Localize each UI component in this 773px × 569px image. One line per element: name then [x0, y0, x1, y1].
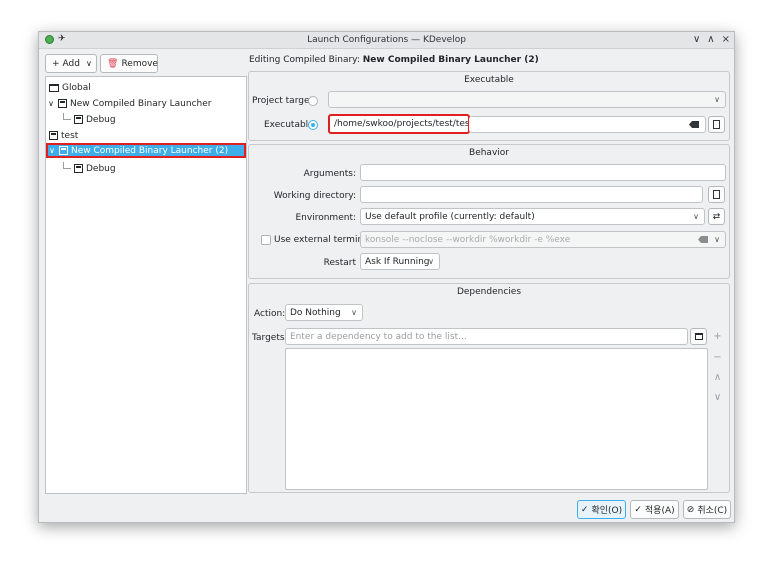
tree-item-label: New Compiled Binary Launcher [70, 98, 212, 109]
document-open-icon [713, 120, 720, 129]
dependency-target-input[interactable]: Enter a dependency to add to the list... [285, 328, 688, 345]
project-icon [49, 131, 58, 140]
checkmark-icon: ✓ [580, 504, 589, 515]
close-icon[interactable]: × [722, 34, 730, 45]
clear-text-icon[interactable] [698, 236, 708, 243]
select-target-button[interactable] [690, 328, 707, 345]
restart-label: Restart [323, 258, 356, 268]
browse-directory-button[interactable] [708, 186, 725, 203]
project-target-radio[interactable] [308, 96, 318, 106]
editing-prefix: Editing Compiled Binary: [249, 55, 360, 65]
environment-label: Environment: [295, 213, 357, 223]
move-up-icon[interactable]: ∧ [709, 369, 726, 386]
launch-config-tree[interactable]: Global ∨ New Compiled Binary Launcher De… [45, 76, 247, 494]
configure-environment-button[interactable]: ⇄ [708, 208, 725, 225]
editing-config-name: New Compiled Binary Launcher (2) [362, 55, 539, 65]
dependencies-group: Dependencies Action: Do Nothing ∨ Target… [248, 283, 730, 493]
arguments-field[interactable] [360, 164, 726, 181]
cancel-icon: ⊘ [686, 504, 695, 515]
add-button[interactable]: + Add ∨ [45, 54, 97, 73]
external-terminal-checkbox[interactable] [261, 235, 271, 245]
ok-button-label: 확인(O) [591, 506, 623, 516]
window-title: Launch Configurations — KDevelop [307, 35, 466, 45]
checkmark-icon: ✓ [634, 504, 642, 515]
tree-item-debug[interactable]: Debug [63, 112, 116, 127]
group-title: Dependencies [456, 287, 522, 297]
arguments-label: Arguments: [303, 169, 356, 179]
title-bar: ✈ Launch Configurations — KDevelop ∨ ∧ × [39, 32, 734, 49]
working-directory-field[interactable] [360, 186, 703, 203]
editing-header: Editing Compiled Binary: New Compiled Bi… [249, 55, 539, 65]
targets-label: Targets: [252, 333, 288, 343]
folder-icon [694, 333, 703, 340]
add-dependency-icon[interactable]: + [709, 328, 726, 345]
tree-branch-line [63, 113, 71, 120]
executable-group: Executable Project target: ∨ Executable:… [248, 71, 730, 141]
add-button-label: Add [62, 58, 80, 69]
settings-sliders-icon: ⇄ [712, 211, 721, 222]
environment-combo[interactable]: Use default profile (currently: default)… [360, 208, 705, 225]
trash-icon: 🗑 [107, 58, 119, 69]
remove-dependency-icon[interactable]: − [709, 349, 726, 366]
cancel-button-label: 취소(C) [697, 506, 728, 516]
remove-button[interactable]: 🗑 Remove [100, 54, 158, 73]
executable-path-field[interactable]: /home/swkoo/projects/test/test.exe [328, 114, 470, 134]
folder-icon [49, 83, 59, 92]
tree-item-label: test [61, 130, 79, 141]
plus-icon: + [52, 58, 60, 69]
executable-icon [59, 146, 68, 155]
chevron-down-icon: ∨ [351, 308, 357, 317]
tree-item-launcher-2-selected[interactable]: ∨ New Compiled Binary Launcher (2) [46, 143, 246, 158]
debug-icon [74, 115, 83, 124]
browse-executable-button[interactable] [708, 116, 725, 133]
tree-branch-line [63, 162, 71, 169]
apply-button-label: 적용(A) [644, 506, 675, 516]
minimize-icon[interactable]: ∨ [693, 34, 700, 45]
tree-item-label: New Compiled Binary Launcher (2) [71, 145, 229, 156]
ok-button[interactable]: ✓ 확인(O) [577, 500, 626, 519]
maximize-icon[interactable]: ∧ [707, 34, 714, 45]
group-title: Executable [464, 75, 514, 85]
dependencies-list[interactable] [285, 348, 708, 490]
group-title: Behavior [469, 148, 509, 158]
chevron-down-icon: ∨ [693, 212, 699, 221]
project-target-combo[interactable]: ∨ [328, 91, 726, 108]
restart-value: Ask If Running [365, 256, 430, 267]
cancel-button[interactable]: ⊘ 취소(C) [683, 500, 731, 519]
working-directory-label: Working directory: [273, 191, 356, 201]
executable-path-field-extension[interactable] [469, 116, 706, 133]
apply-button[interactable]: ✓ 적용(A) [630, 500, 679, 519]
clear-text-icon[interactable] [689, 121, 699, 128]
tree-item-label: Debug [86, 114, 116, 125]
tree-item-label: Debug [86, 163, 116, 174]
chevron-down-icon: ∨ [85, 59, 92, 68]
action-label: Action: [254, 309, 286, 319]
environment-value: Use default profile (currently: default) [365, 211, 535, 222]
move-down-icon[interactable]: ∨ [709, 389, 726, 406]
document-open-icon [713, 190, 720, 199]
chevron-down-icon: ∨ [714, 95, 720, 104]
dependency-action-combo[interactable]: Do Nothing ∨ [285, 304, 363, 321]
remove-button-label: Remove [121, 58, 158, 69]
chevron-down-icon: ∨ [714, 235, 720, 244]
launch-configurations-window: ✈ Launch Configurations — KDevelop ∨ ∧ ×… [38, 31, 735, 523]
tree-item-label: Global [62, 82, 91, 93]
external-terminal-value: konsole --noclose --workdir %workdir -e … [365, 234, 571, 245]
executable-radio[interactable] [308, 120, 318, 130]
debug-icon [74, 164, 83, 173]
project-target-label: Project target: [252, 96, 317, 106]
chevron-down-icon[interactable]: ∨ [48, 146, 56, 155]
behavior-group: Behavior Arguments: Working directory: E… [248, 144, 730, 279]
restart-combo[interactable]: Ask If Running ∨ [360, 253, 440, 270]
tree-item-test[interactable]: test [49, 128, 78, 143]
tree-item-debug[interactable]: Debug [63, 161, 116, 176]
tree-item-global[interactable]: Global [49, 80, 91, 95]
chevron-down-icon: ∨ [428, 257, 434, 266]
executable-icon [58, 99, 67, 108]
action-value: Do Nothing [290, 307, 341, 318]
tree-item-launcher[interactable]: ∨ New Compiled Binary Launcher [47, 96, 211, 111]
external-terminal-combo[interactable]: konsole --noclose --workdir %workdir -e … [360, 231, 726, 248]
chevron-down-icon[interactable]: ∨ [47, 99, 55, 108]
